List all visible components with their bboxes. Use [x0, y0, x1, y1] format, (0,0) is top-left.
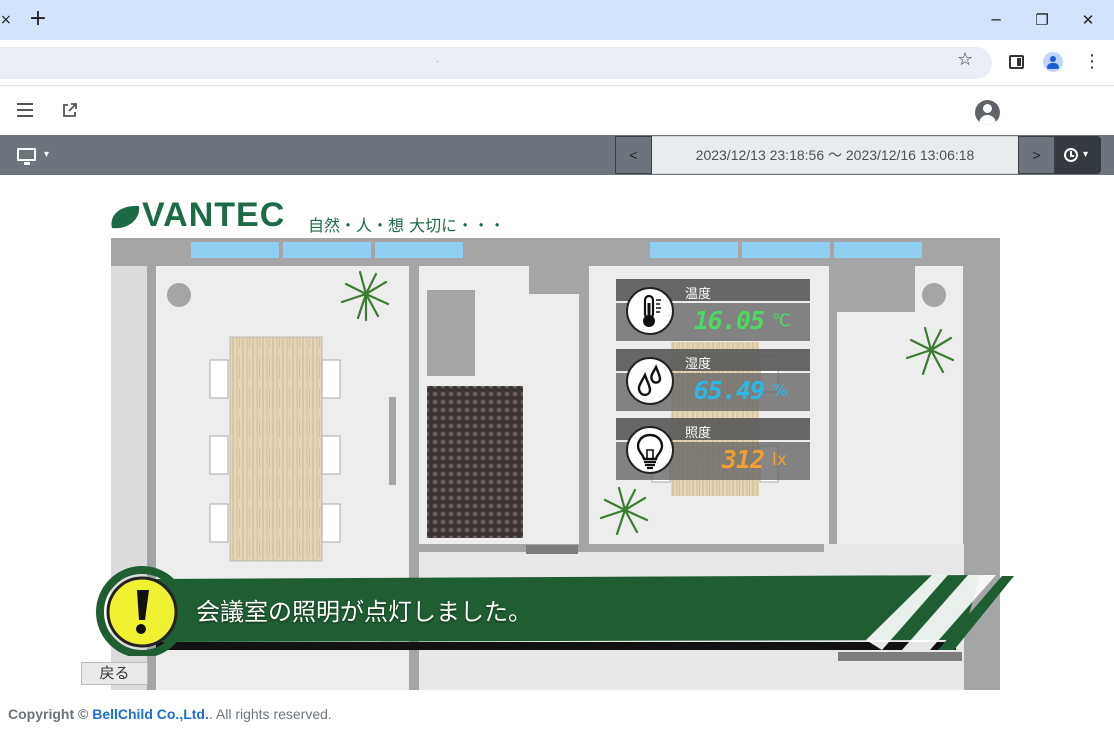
temperature-panel: 温度 16.05 ℃ — [616, 279, 810, 341]
temperature-value: 16.05 — [693, 306, 765, 335]
droplets-icon — [626, 357, 674, 405]
humidity-unit: % — [772, 381, 789, 401]
user-icon[interactable] — [975, 100, 1000, 125]
footer: Copyright © BellChild Co.,Ltd.. All righ… — [0, 690, 1114, 730]
browser-tab-strip: × + ─ ❐ ✕ — [0, 0, 1114, 40]
previous-range-button[interactable]: < — [615, 136, 652, 174]
humidity-label: 湿度 — [685, 357, 712, 372]
next-range-button[interactable]: > — [1018, 136, 1055, 174]
copyright-prefix: Copyright © — [8, 706, 89, 722]
back-button[interactable]: 戻る — [81, 662, 148, 685]
display-menu-button[interactable]: ▾ — [17, 145, 57, 165]
vantec-leaf-logo — [111, 205, 140, 229]
logo-wordmark: VANTEC — [142, 196, 286, 234]
time-menu-button[interactable]: ▾ — [1055, 136, 1101, 174]
humidity-value: 65.49 — [693, 376, 765, 405]
chevron-down-icon: ▾ — [44, 149, 50, 160]
illuminance-panel: 照度 312 lx — [616, 418, 810, 480]
restore-button[interactable]: ❐ — [1027, 8, 1057, 32]
kebab-menu-icon[interactable]: ⋮ — [1083, 50, 1101, 74]
app-header — [0, 87, 1114, 135]
illuminance-value: 312 — [721, 445, 765, 474]
date-range-display: 2023/12/13 23:18:56 〜 2023/12/16 13:06:1… — [652, 136, 1018, 174]
humidity-panel: 湿度 65.49 % — [616, 349, 810, 411]
external-link-icon[interactable] — [62, 102, 78, 118]
menu-icon[interactable] — [17, 103, 33, 117]
control-bar: ▾ < 2023/12/13 23:18:56 〜 2023/12/16 13:… — [0, 135, 1114, 175]
monitor-icon — [17, 148, 36, 165]
thermometer-icon — [626, 287, 674, 335]
chevron-down-icon: ▾ — [1083, 149, 1089, 160]
illuminance-unit: lx — [772, 450, 787, 470]
address-bar[interactable]: · — [0, 47, 992, 79]
profile-icon[interactable] — [1043, 52, 1063, 72]
side-panel-icon[interactable] — [1009, 55, 1024, 69]
temperature-label: 温度 — [685, 287, 712, 302]
logo-tagline: 自然・人・想 大切に・・・ — [308, 216, 506, 235]
star-icon[interactable]: ☆ — [957, 51, 973, 69]
copyright-text: Copyright © BellChild Co.,Ltd.. All righ… — [8, 706, 332, 722]
illuminance-label: 照度 — [685, 426, 712, 441]
new-tab-button[interactable]: + — [28, 6, 48, 32]
close-window-button[interactable]: ✕ — [1073, 8, 1103, 32]
alert-message: 会議室の照明が点灯しました。 — [196, 598, 532, 626]
temperature-unit: ℃ — [772, 311, 792, 331]
clock-icon — [1064, 148, 1078, 162]
address-text: · — [436, 57, 439, 66]
tab-close-icon[interactable]: × — [0, 12, 12, 28]
copyright-suffix: . All rights reserved. — [208, 706, 332, 722]
minimize-button[interactable]: ─ — [981, 8, 1011, 32]
company-link[interactable]: BellChild Co.,Ltd. — [92, 706, 209, 722]
browser-toolbar: · ☆ ⋮ — [0, 40, 1114, 86]
lightbulb-icon — [626, 426, 674, 474]
